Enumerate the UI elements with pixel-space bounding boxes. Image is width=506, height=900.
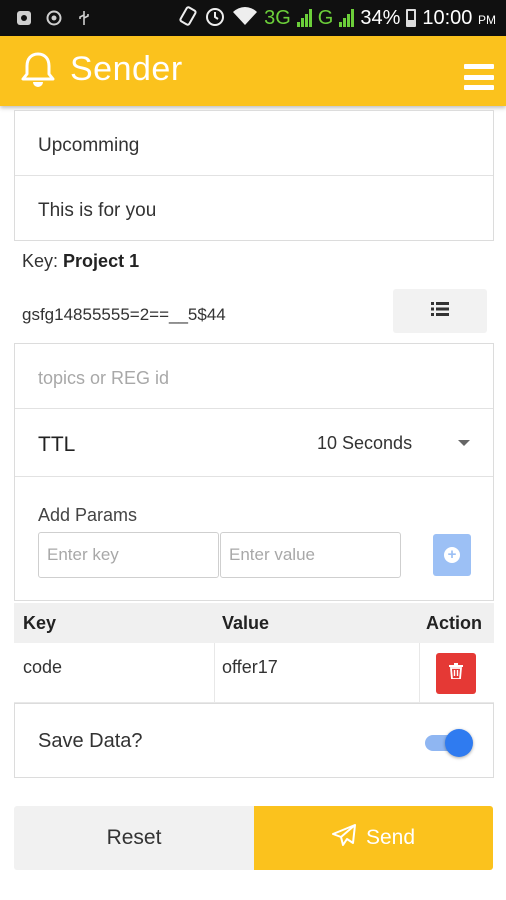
param-key-placeholder: Enter key bbox=[47, 545, 119, 564]
add-circle-icon: + bbox=[444, 547, 460, 563]
bell-icon bbox=[20, 50, 56, 90]
key-line: Key: Project 1 bbox=[22, 251, 139, 272]
clock-ampm: PM bbox=[478, 12, 496, 27]
row-key: code bbox=[23, 657, 63, 677]
signal-icon-2 bbox=[339, 9, 355, 27]
location-icon bbox=[46, 10, 62, 26]
params-row: Add Params Enter key Enter value + bbox=[15, 477, 493, 600]
key-label: Key: bbox=[22, 251, 59, 271]
ttl-row: TTL 10 Seconds bbox=[15, 409, 493, 477]
battery-percent: 34% bbox=[360, 6, 401, 29]
chevron-down-icon[interactable] bbox=[458, 440, 470, 446]
wifi-icon bbox=[232, 6, 258, 31]
send-button[interactable]: Send bbox=[254, 806, 493, 870]
col-key: Key bbox=[23, 613, 57, 633]
status-icons-left bbox=[0, 10, 178, 26]
trash-icon bbox=[449, 663, 463, 684]
save-data-card: Save Data? bbox=[14, 703, 494, 778]
save-data-toggle[interactable] bbox=[423, 728, 475, 758]
params-table-header: Key Value Action bbox=[14, 603, 494, 643]
save-data-label: Save Data? bbox=[38, 730, 143, 752]
table-row: code offer17 bbox=[14, 643, 494, 703]
param-key-input[interactable]: Enter key bbox=[38, 532, 219, 578]
alarm-icon bbox=[204, 5, 226, 32]
body-value: This is for you bbox=[38, 200, 157, 221]
network-type-g: G bbox=[317, 6, 334, 29]
clock-time: 10:00 bbox=[422, 6, 473, 29]
col-action: Action bbox=[426, 613, 482, 633]
hamburger-menu-icon[interactable] bbox=[464, 64, 494, 90]
reset-button[interactable]: Reset bbox=[14, 806, 254, 870]
send-options-card: topics or REG id TTL 10 Seconds Add Para… bbox=[14, 343, 494, 601]
network-type-3g: 3G bbox=[264, 6, 291, 29]
battery-icon bbox=[406, 9, 417, 27]
reset-label: Reset bbox=[106, 826, 162, 849]
title-field[interactable]: Upcomming bbox=[15, 111, 493, 176]
notification-icon bbox=[16, 10, 32, 26]
title-value: Upcomming bbox=[38, 135, 140, 156]
toggle-knob bbox=[445, 729, 473, 757]
column-divider bbox=[214, 643, 215, 703]
rotate-icon bbox=[178, 5, 198, 31]
server-token: gsfg14855555=2==__5$44 bbox=[22, 305, 226, 324]
target-input[interactable]: topics or REG id bbox=[15, 344, 493, 409]
delete-param-button[interactable] bbox=[436, 653, 476, 694]
app-title: Sender bbox=[70, 50, 183, 88]
col-value: Value bbox=[222, 613, 270, 633]
list-icon bbox=[431, 301, 449, 321]
usb-icon bbox=[76, 10, 92, 26]
project-name: Project 1 bbox=[63, 251, 140, 271]
target-placeholder: topics or REG id bbox=[38, 368, 170, 388]
column-divider bbox=[419, 643, 420, 703]
params-label: Add Params bbox=[38, 505, 138, 525]
param-value-input[interactable]: Enter value bbox=[220, 532, 401, 578]
send-label: Send bbox=[365, 826, 416, 849]
paper-plane-icon bbox=[331, 824, 356, 852]
clock: 10:00 PM bbox=[422, 7, 496, 30]
signal-icon bbox=[296, 9, 312, 27]
param-value-placeholder: Enter value bbox=[229, 545, 315, 564]
ttl-select[interactable]: 10 Seconds bbox=[317, 433, 412, 454]
app-bar: Sender bbox=[0, 36, 506, 106]
status-icons-right: 3G G 34% 10:00 PM bbox=[178, 5, 506, 32]
message-card: Upcomming This is for you bbox=[14, 110, 494, 241]
add-param-button[interactable]: + bbox=[433, 534, 471, 576]
row-value: offer17 bbox=[222, 657, 278, 677]
body-field[interactable]: This is for you bbox=[15, 176, 493, 241]
ttl-label: TTL bbox=[38, 433, 76, 456]
status-bar: 3G G 34% 10:00 PM bbox=[0, 0, 506, 36]
key-list-button[interactable] bbox=[393, 289, 487, 333]
